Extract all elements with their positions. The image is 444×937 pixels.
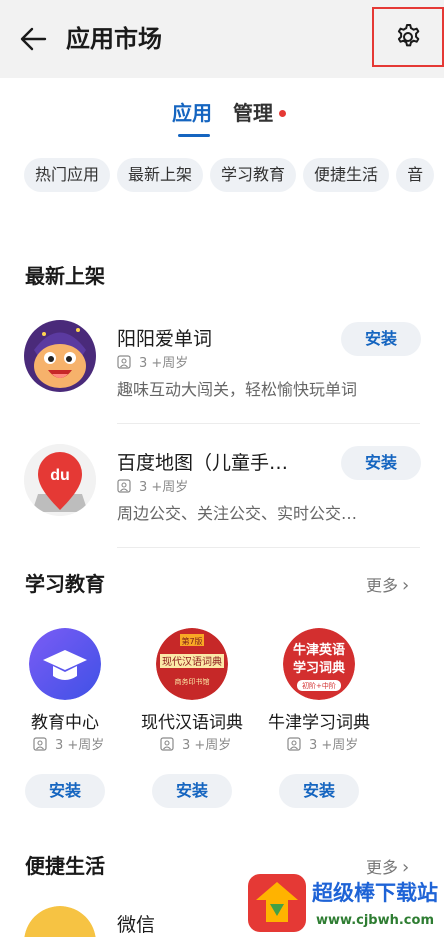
app-icon-wechat[interactable] — [24, 906, 96, 937]
age-rating: 3 +周岁 — [160, 734, 231, 753]
watermark-url: www.cjbwh.com — [316, 913, 434, 928]
grid-app-name: 教育中心 — [31, 713, 99, 733]
chip-music[interactable]: 音 — [396, 158, 435, 192]
app-name: 百度地图（儿童手… — [117, 452, 289, 474]
age-rating: 3 +周岁 — [33, 734, 104, 753]
install-button[interactable]: 安装 — [341, 322, 421, 356]
age-rating-icon — [117, 354, 131, 369]
age-rating: 3 +周岁 — [117, 476, 188, 495]
grid-app-name: 现代汉语词典 — [141, 713, 243, 733]
section-title-education: 学习教育 — [25, 572, 105, 596]
icon-line-1: 牛津英语 — [293, 642, 345, 658]
app-name: 阳阳爱单词 — [117, 328, 213, 350]
more-link-education[interactable]: 更多 › — [366, 572, 409, 596]
grid-app-name: 牛津学习词典 — [268, 713, 370, 733]
age-rating: 3 +周岁 — [287, 734, 358, 753]
icon-level: 初阶+中阶 — [302, 681, 336, 690]
age-text: 3 +周岁 — [139, 356, 189, 371]
active-tab-indicator — [178, 134, 210, 137]
chip-new-arrivals[interactable]: 最新上架 — [117, 158, 204, 192]
tab-bar: 应用 管理 — [0, 96, 444, 140]
age-text: 3 +周岁 — [309, 738, 359, 753]
age-rating: 3 +周岁 — [117, 352, 188, 371]
app-icon-yangyang — [24, 320, 96, 392]
settings-button[interactable] — [372, 7, 444, 67]
page-title: 应用市场 — [66, 25, 162, 53]
age-text: 3 +周岁 — [55, 738, 105, 753]
category-chips: 热门应用 最新上架 学习教育 便捷生活音 — [24, 158, 444, 192]
icon-line-2: 学习词典 — [293, 660, 345, 676]
divider — [117, 547, 420, 548]
age-rating-icon — [160, 736, 174, 751]
watermark-text: 超级棒下载站 — [312, 881, 438, 905]
gear-icon — [397, 24, 420, 47]
chip-life[interactable]: 便捷生活 — [303, 158, 390, 192]
divider — [117, 423, 420, 424]
section-title-new: 最新上架 — [25, 264, 105, 288]
app-icon-baidu-map: du — [24, 444, 96, 516]
age-rating-icon — [33, 736, 47, 751]
app-icon-education-center[interactable] — [29, 628, 101, 700]
chip-education[interactable]: 学习教育 — [210, 158, 297, 192]
icon-publisher: 商务印书馆 — [175, 677, 210, 686]
install-button[interactable]: 安装 — [279, 774, 359, 808]
list-item[interactable]: 阳阳爱单词 3 +周岁 趣味互动大闯关，轻松愉快玩单词 安装 — [0, 312, 444, 422]
install-button[interactable]: 安装 — [152, 774, 232, 808]
more-label: 更多 — [366, 576, 399, 595]
install-button[interactable]: 安装 — [25, 774, 105, 808]
age-text: 3 +周岁 — [182, 738, 232, 753]
chevron-right-icon: › — [402, 575, 410, 596]
svg-text:du: du — [50, 467, 70, 484]
app-description: 周边公交、关注公交、实时公交… — [117, 504, 358, 523]
tab-manage[interactable]: 管理 — [233, 96, 273, 130]
notification-dot — [279, 110, 286, 117]
icon-badge: 第7版 — [181, 636, 202, 646]
list-item[interactable]: du 百度地图（儿童手… 3 +周岁 周边公交、关注公交、实时公交… 安装 — [0, 436, 444, 546]
age-text: 3 +周岁 — [139, 480, 189, 495]
app-icon-modern-chinese-dictionary[interactable]: 第7版 现代汉语词典 商务印书馆 — [156, 628, 228, 700]
icon-title: 现代汉语词典 — [162, 655, 222, 668]
app-description: 趣味互动大闯关，轻松愉快玩单词 — [117, 380, 358, 399]
chip-hot-apps[interactable]: 热门应用 — [24, 158, 111, 192]
top-bar: 应用市场 — [0, 0, 444, 78]
arrow-left-icon[interactable] — [18, 24, 48, 54]
age-rating-icon — [287, 736, 301, 751]
section-title-life: 便捷生活 — [25, 854, 105, 878]
app-icon-oxford-dictionary[interactable]: 牛津英语 学习词典 初阶+中阶 — [283, 628, 355, 700]
age-rating-icon — [117, 478, 131, 493]
site-watermark: 超级棒下载站 www.cjbwh.com — [248, 870, 444, 937]
tab-apps[interactable]: 应用 — [172, 96, 212, 130]
install-button[interactable]: 安装 — [341, 446, 421, 480]
